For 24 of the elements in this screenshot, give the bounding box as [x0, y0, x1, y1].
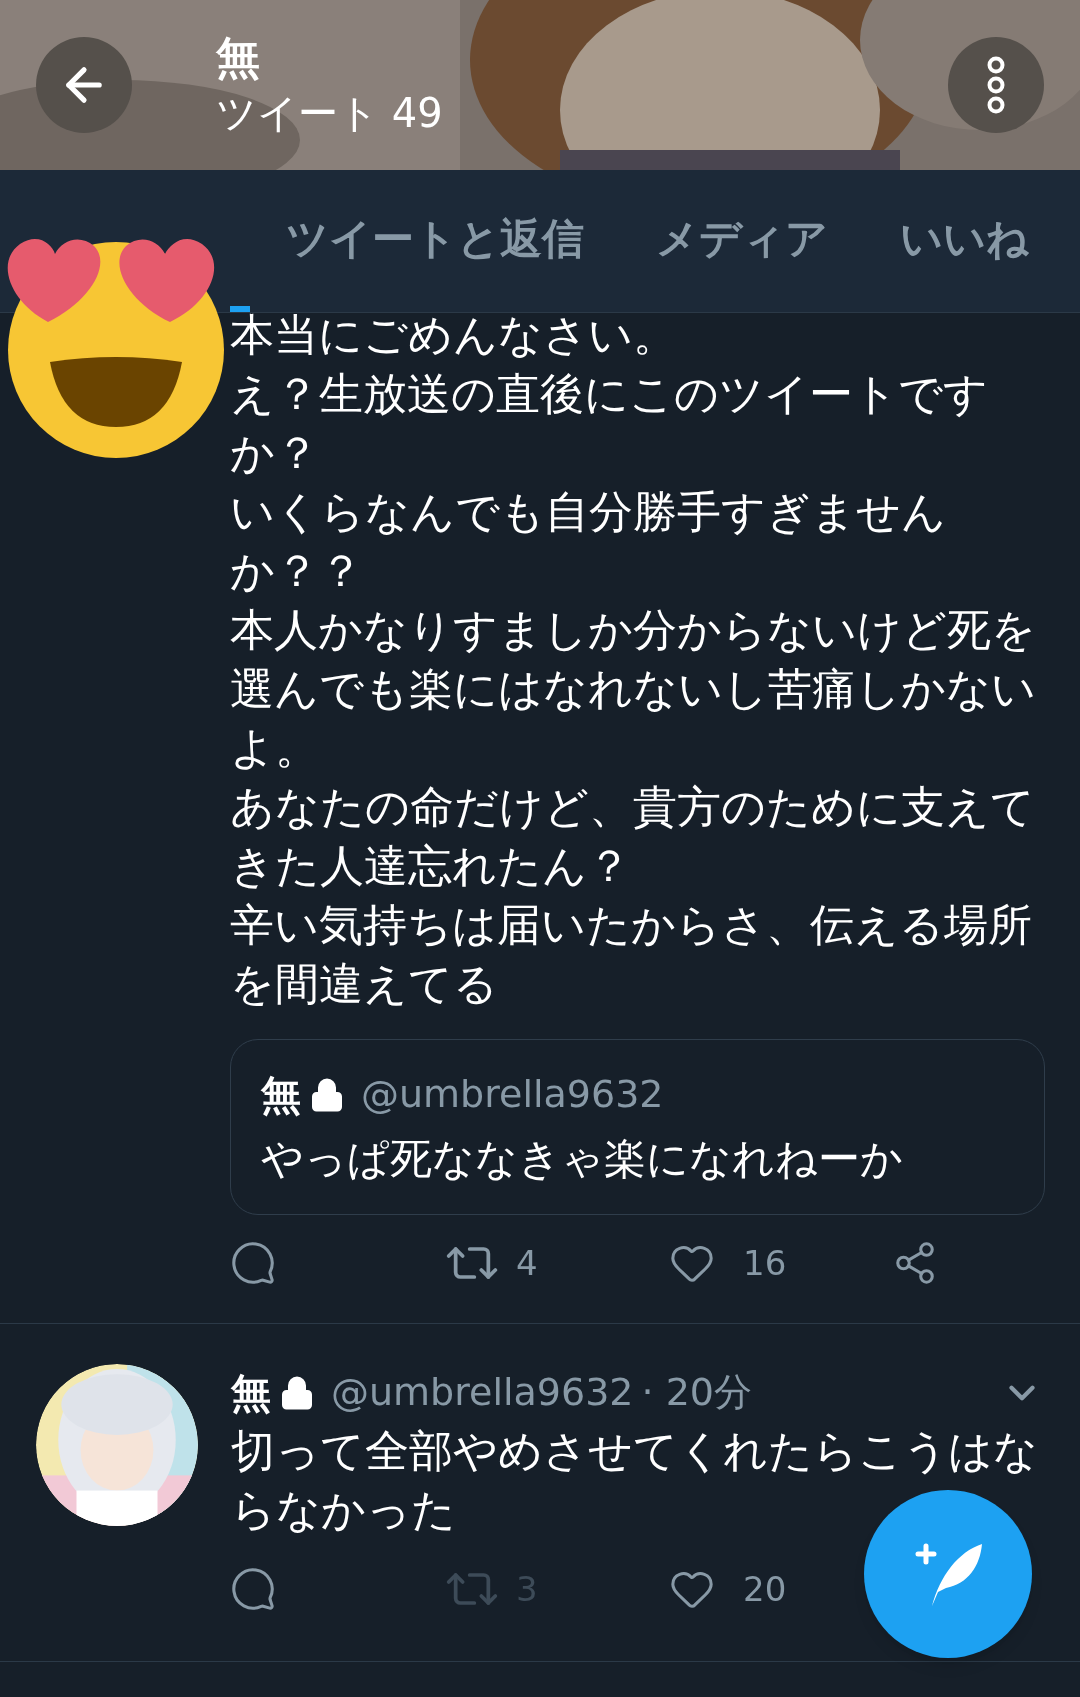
tab[interactable]: いいね: [864, 170, 1065, 312]
reply-icon[interactable]: [230, 1240, 276, 1286]
tweet-text: 本人かなりすましか分からないけど死を選んでも楽にはなれないし苦痛しかないよ。: [230, 603, 1037, 775]
quoted-tweet[interactable]: 無 @umbrella9632 やっぱ死ななきゃ楽になれねーか: [230, 1039, 1045, 1215]
tweet-text: 辛い気持ちは届いたからさ、伝える場所を間違えてる: [230, 898, 1033, 1011]
reply-icon[interactable]: [230, 1566, 276, 1612]
like-count: 20: [743, 1567, 787, 1611]
quoted-text: やっぱ死ななきゃ楽になれねーか: [261, 1133, 904, 1185]
tweet-time: · 20分: [641, 1369, 752, 1416]
quoted-handle: @umbrella9632: [361, 1071, 664, 1118]
tweet-text: 切って全部やめさせてくれたらこうはならなかった: [231, 1424, 1039, 1537]
tweet-count: ツイート 49: [216, 89, 443, 138]
author-name: 無: [231, 1368, 271, 1418]
author-handle: @umbrella9632: [331, 1369, 634, 1416]
profile-name: 無: [216, 31, 261, 85]
lock-icon: [309, 1076, 345, 1113]
more-icon: [986, 55, 1006, 115]
tweet-text: いくらなんでも自分勝手すぎませんか？？: [230, 485, 947, 598]
tweet-text: え？生放送の直後にこのツイートですか？: [230, 367, 989, 480]
quoted-name: 無: [261, 1070, 301, 1119]
tweet-text: あなたの命だけど、貴方のために支えてきた人達忘れたん？: [230, 780, 1036, 893]
retweet-count: 4: [516, 1241, 538, 1285]
like-count: 16: [743, 1241, 787, 1285]
lock-icon: [279, 1374, 315, 1411]
